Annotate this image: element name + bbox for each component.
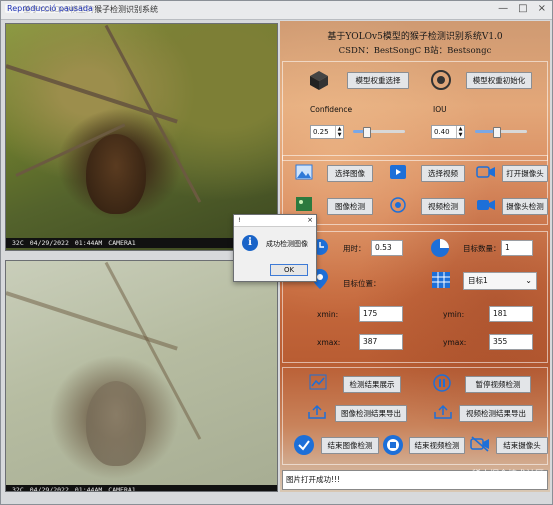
target-icon — [431, 70, 451, 90]
confidence-spinbox[interactable]: 0.25 ▲ ▼ — [310, 125, 344, 139]
cube-icon — [310, 71, 328, 90]
dialog-message: 成功检测图像 — [266, 240, 308, 248]
upload-icon — [308, 404, 326, 419]
confidence-label: Confidence — [310, 105, 353, 114]
confidence-slider[interactable] — [353, 127, 405, 138]
controls-section: 检测结果展示 暂停视频检测 图像检测结果导出 视频检测结果导出 结束图像检测 结… — [282, 367, 548, 465]
xmax-field: 387 — [359, 334, 403, 350]
monkey-image — [86, 381, 146, 466]
camera-detect-button[interactable]: 摄像头检测 — [502, 198, 548, 215]
camera-info-strip: 32C 04/29/2022 01:44AM CAMERA1 — [6, 485, 277, 491]
actions-section: 选择图像 选择视频 打开摄像头 图像检测 视频检测 摄像头检测 — [282, 155, 548, 225]
pie-chart-icon — [431, 239, 449, 257]
pause-video-button[interactable]: 暂停视频检测 — [465, 376, 531, 393]
export-image-button[interactable]: 图像检测结果导出 — [335, 405, 407, 422]
xmin-field: 175 — [359, 306, 403, 322]
image-detect-button[interactable]: 图像检测 — [327, 198, 373, 215]
count-label: 目标数量： — [463, 244, 501, 253]
table-icon — [432, 272, 450, 288]
pause-icon — [433, 374, 451, 392]
minimize-icon[interactable]: — — [498, 3, 508, 14]
video-detect-icon — [390, 197, 406, 213]
export-video-button[interactable]: 视频检测结果导出 — [459, 405, 533, 422]
monkey-image — [86, 134, 146, 214]
image-detect-icon — [296, 197, 312, 211]
model-section: 模型权重选择 模型权重初始化 Confidence IOU 0.25 ▲ ▼ 0.4… — [282, 61, 548, 161]
watermark-text: @稀土掘金技术社区 — [462, 470, 544, 480]
ymin-label: ymin: — [443, 310, 465, 319]
title-bar: 基于YOLOv5模型的猴子检测识别系统 Reproducció pausada … — [1, 1, 552, 20]
target-select[interactable]: 目标1 ⌄ — [463, 272, 537, 290]
detection-image-view: 32C 04/29/2022 01:44AM CAMERA1 — [5, 260, 278, 492]
image-icon — [295, 164, 313, 180]
select-image-button[interactable]: 选择图像 — [327, 165, 373, 182]
camera-icon — [476, 166, 495, 178]
end-camera-button[interactable]: 结束摄像头 — [496, 437, 548, 454]
open-camera-button[interactable]: 打开摄像头 — [502, 165, 548, 182]
xmin-label: xmin: — [317, 310, 339, 319]
init-weights-button[interactable]: 模型权重初始化 — [466, 72, 532, 89]
camera-detect-icon — [477, 200, 495, 210]
playback-paused-tag: Reproducció pausada — [5, 4, 95, 13]
video-detect-button[interactable]: 视频检测 — [421, 198, 465, 215]
end-video-button[interactable]: 结束视频检测 — [409, 437, 465, 454]
close-icon[interactable]: × — [307, 215, 313, 225]
time-label: 用时： — [343, 244, 366, 253]
success-dialog: ! × i 成功检测图像 OK — [233, 214, 317, 282]
results-section: 用时： 0.53 目标数量： 1 目标位置： 目标1 ⌄ xmin: 175 ym… — [282, 231, 548, 363]
app-credits: CSDN：BestSongC B站：Bestsongc — [338, 46, 492, 56]
camera-off-icon — [470, 436, 489, 452]
position-label: 目标位置： — [343, 279, 381, 288]
check-icon — [294, 435, 314, 455]
ymax-field: 355 — [489, 334, 533, 350]
info-icon: i — [242, 235, 258, 251]
end-image-button[interactable]: 结束图像检测 — [321, 437, 379, 454]
stop-icon — [383, 435, 403, 455]
ymax-label: ymax: — [443, 338, 467, 347]
app-window: 基于YOLOv5模型的猴子检测识别系统 Reproducció pausada … — [0, 0, 553, 505]
time-field: 0.53 — [371, 240, 403, 256]
show-results-button[interactable]: 检测结果展示 — [343, 376, 401, 393]
upload-icon — [434, 404, 452, 419]
iou-label: IOU — [433, 105, 447, 114]
iou-slider[interactable] — [475, 127, 527, 138]
count-field: 1 — [501, 240, 533, 256]
chevron-down-icon: ⌄ — [525, 276, 532, 285]
window-controls: — □ × — [498, 3, 546, 14]
control-panel: 基于YOLOv5模型的猴子检测识别系统V1.0 CSDN：BestSongC B… — [280, 21, 550, 492]
xmax-label: xmax: — [317, 338, 341, 347]
line-chart-icon — [309, 374, 327, 390]
select-weights-button[interactable]: 模型权重选择 — [347, 72, 409, 89]
ok-button[interactable]: OK — [270, 264, 308, 276]
ymin-field: 181 — [489, 306, 533, 322]
video-icon — [390, 165, 406, 179]
app-heading: 基于YOLOv5模型的猴子检测识别系统V1.0 — [327, 32, 503, 42]
select-video-button[interactable]: 选择视频 — [421, 165, 465, 182]
dialog-title: ! × — [234, 215, 316, 227]
iou-spinbox[interactable]: 0.40 ▲ ▼ — [431, 125, 465, 139]
close-icon[interactable]: × — [538, 3, 546, 14]
maximize-icon[interactable]: □ — [518, 3, 527, 14]
